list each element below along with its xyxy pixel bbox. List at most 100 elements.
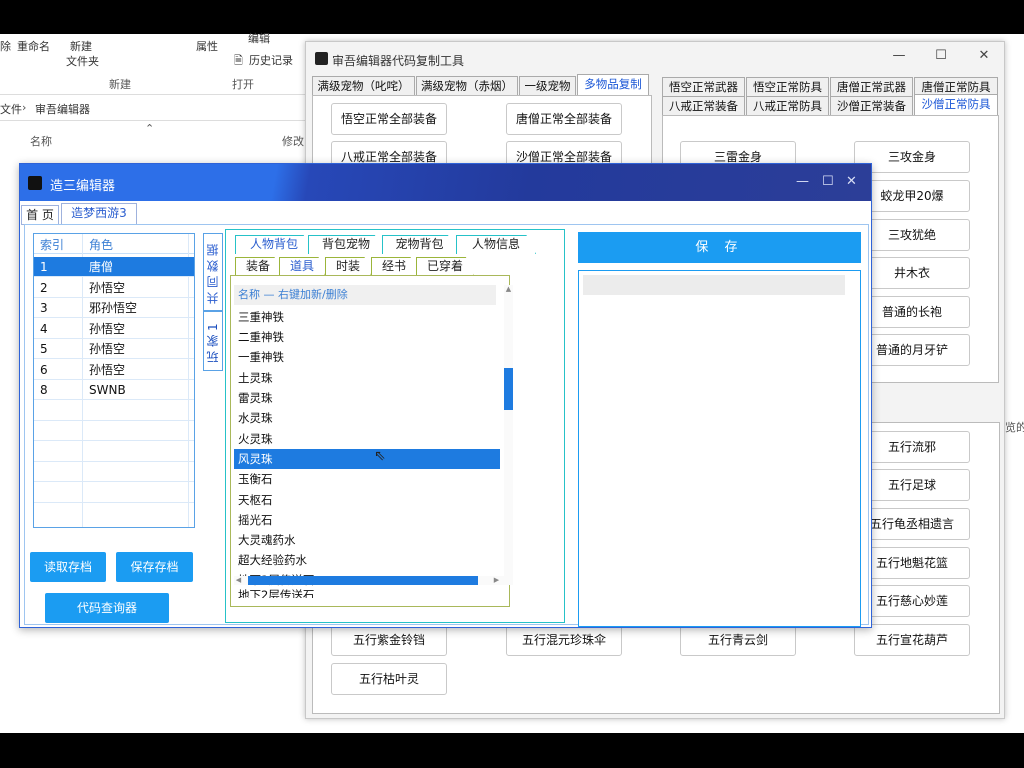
tab-player1[interactable]: 玩家1 [203, 311, 223, 371]
tab-pet-chiyan[interactable]: 满级宠物（赤烟） [416, 76, 518, 96]
column-modified-header[interactable]: 修改 [282, 133, 304, 149]
tab-sutra[interactable]: 经书 [371, 257, 417, 276]
tab-pet-chizha[interactable]: 满级宠物（叱咤） [312, 76, 415, 96]
tab-common-data[interactable]: 共同数据 [203, 233, 223, 311]
list-item[interactable]: 雷灵珠 [234, 388, 500, 408]
tab-bag-pet[interactable]: 背包宠物 [308, 235, 384, 254]
copy-button[interactable]: 五行宣花葫芦 [854, 624, 970, 656]
copy-button[interactable]: 五行混元珍珠伞 [506, 624, 622, 656]
ribbon-history-label[interactable]: 历史记录 [249, 52, 293, 68]
scroll-left-icon[interactable]: ◀ [234, 576, 243, 585]
copy-button[interactable]: 五行青云剑 [680, 624, 796, 656]
list-item[interactable]: 一重神铁 [234, 347, 500, 367]
ribbon-edit-label[interactable]: 编辑 [248, 30, 270, 46]
tab-fashion[interactable]: 时装 [325, 257, 371, 276]
top-black-bar [0, 0, 1024, 34]
close-icon[interactable]: ✕ [973, 48, 995, 63]
column-name-header[interactable]: 名称 [30, 133, 52, 149]
minimize-icon[interactable]: — [888, 48, 910, 63]
list-item[interactable]: 三重神铁 [234, 307, 500, 327]
sort-up-icon: ⌃ [145, 122, 155, 135]
list-item[interactable]: 火灵珠 [234, 429, 500, 449]
ribbon-new-folder-line2[interactable]: 文件夹 [66, 53, 99, 69]
bottom-black-bar [0, 733, 1024, 768]
tab-level1-pet[interactable]: 一级宠物 [519, 76, 576, 96]
copy-button[interactable]: 五行枯叶灵 [331, 663, 447, 695]
save-archive-button[interactable]: 保存存档 [116, 552, 193, 582]
table-row[interactable]: 5 孙悟空 [34, 339, 194, 359]
address-separator: › [22, 101, 27, 114]
scroll-thumb[interactable] [504, 368, 513, 410]
app-icon [315, 52, 328, 65]
list-item[interactable]: 摇光石 [234, 510, 500, 530]
tab-pet-bag[interactable]: 宠物背包 [382, 235, 457, 254]
tab-equip[interactable]: 装备 [235, 257, 281, 276]
tab-home[interactable]: 首 页 [21, 205, 59, 225]
copy-button[interactable]: 唐僧正常全部装备 [506, 103, 622, 135]
ribbon-new-folder-line1[interactable]: 新建 [70, 38, 92, 54]
list-item[interactable]: 二重神铁 [234, 327, 500, 347]
list-item-selected[interactable]: 风灵珠 [234, 449, 500, 469]
tab-zmxy3[interactable]: 造梦西游3 [61, 203, 137, 225]
cell-role: 孙悟空 [89, 363, 126, 377]
item-list[interactable]: 名称 — 右键加新/删除 三重神铁 二重神铁 一重神铁 土灵珠 雷灵珠 水灵珠 … [230, 275, 513, 607]
editor-titlebar[interactable]: 造三编辑器 — ☐ ✕ [20, 164, 871, 201]
list-item[interactable]: 水灵珠 [234, 408, 500, 428]
table-header: 索引 角色 [34, 234, 194, 254]
tab-right-r1[interactable]: 唐僧正常武器 [830, 77, 913, 97]
list-item[interactable]: 超大经验药水 [234, 550, 500, 570]
address-folder[interactable]: 审吾编辑器 [35, 101, 90, 117]
tab-right-r1[interactable]: 悟空正常防具 [746, 77, 829, 97]
minimize-icon[interactable]: — [796, 174, 809, 189]
cell-index: 4 [40, 322, 48, 336]
list-item[interactable]: 土灵珠 [234, 368, 500, 388]
cell-index: 6 [40, 363, 48, 377]
copy-button[interactable]: 五行紫金铃铛 [331, 624, 447, 656]
tab-right-r1[interactable]: 悟空正常武器 [662, 77, 745, 97]
tab-char-bag[interactable]: 人物背包 [235, 235, 313, 254]
scroll-up-icon[interactable]: ▲ [504, 285, 513, 294]
close-icon[interactable]: ✕ [846, 174, 857, 189]
app-icon [28, 176, 42, 190]
ribbon-rename-label[interactable]: 重命名 [17, 38, 50, 54]
hscroll-thumb[interactable] [248, 576, 478, 585]
ribbon-properties-label[interactable]: 属性 [196, 38, 218, 54]
tab-right-r2[interactable]: 沙僧正常装备 [830, 96, 913, 116]
tab-right-r2[interactable]: 八戒正常装备 [662, 96, 745, 116]
table-row[interactable]: 3 邪孙悟空 [34, 298, 194, 318]
cell-role: 孙悟空 [89, 342, 126, 356]
tab-worn[interactable]: 已穿着 [416, 257, 474, 276]
code-query-button[interactable]: 代码查询器 [45, 593, 169, 623]
item-list-header: 名称 — 右键加新/删除 [234, 285, 496, 305]
table-row[interactable]: 6 孙悟空 [34, 360, 194, 380]
cell-role: SWNB [89, 383, 126, 397]
vertical-scrollbar[interactable]: ▲ [504, 285, 513, 585]
load-archive-button[interactable]: 读取存档 [30, 552, 106, 582]
editor-title: 造三编辑器 [50, 179, 116, 194]
scroll-right-icon[interactable]: ▶ [492, 576, 501, 585]
maximize-icon[interactable]: ☐ [822, 174, 834, 189]
tab-right-r2[interactable]: 八戒正常防具 [746, 96, 829, 116]
tab-multi-copy[interactable]: 多物品复制 [577, 74, 649, 96]
list-item[interactable]: 天枢石 [234, 490, 500, 510]
copy-button[interactable]: 悟空正常全部装备 [331, 103, 447, 135]
maximize-icon[interactable]: ☐ [930, 48, 952, 63]
tab-right-selected[interactable]: 沙僧正常防具 [914, 94, 998, 116]
table-row[interactable]: 2 孙悟空 [34, 278, 194, 298]
address-left[interactable]: 文件 [0, 101, 22, 117]
save-button[interactable]: 保 存 [578, 232, 861, 263]
horizontal-scrollbar[interactable]: ◀ ▶ [234, 576, 510, 585]
list-item[interactable]: 玉衡石 [234, 469, 500, 489]
cell-role: 孙悟空 [89, 322, 126, 336]
list-item[interactable]: 大灵魂药水 [234, 530, 500, 550]
tab-items[interactable]: 道具 [279, 257, 325, 276]
list-item-partial[interactable]: 地下2层传送石 [234, 588, 500, 598]
ribbon-delete-label[interactable]: 除 [0, 38, 11, 54]
tab-char-info[interactable]: 人物信息 [456, 235, 536, 254]
table-row[interactable]: 4 孙悟空 [34, 319, 194, 339]
table-row[interactable]: 8 SWNB [34, 380, 194, 400]
table-row[interactable]: 1 唐僧 [34, 257, 194, 277]
ribbon-group-open: 打开 [232, 78, 254, 91]
table-row-empty [34, 503, 194, 523]
cell-role: 唐僧 [89, 260, 114, 274]
